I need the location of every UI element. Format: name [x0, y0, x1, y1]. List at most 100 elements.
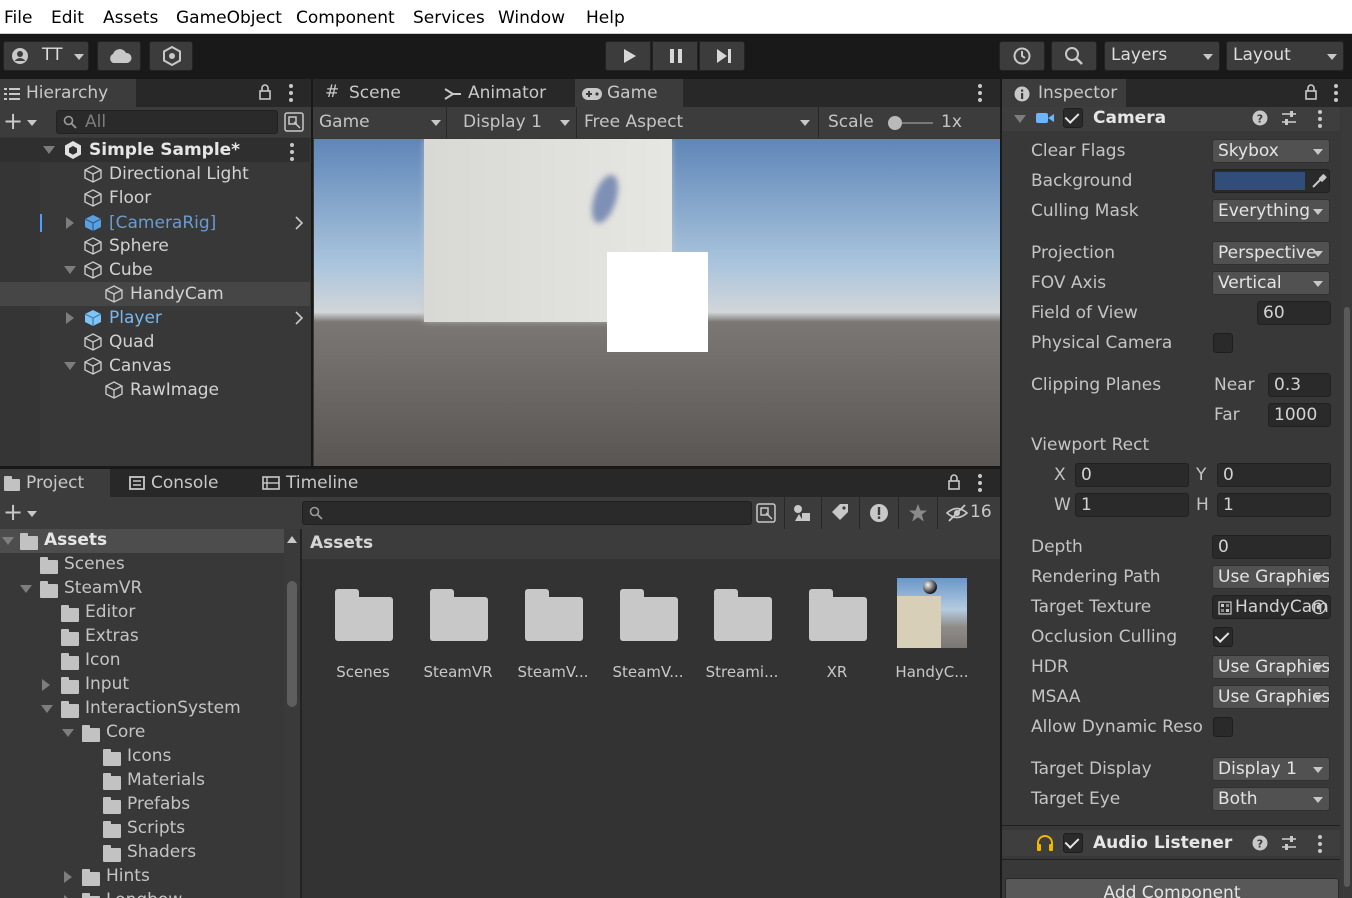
kebab-menu-icon[interactable]	[1334, 84, 1338, 105]
plus-icon[interactable]: +	[3, 107, 23, 135]
chevron-down-icon[interactable]	[27, 120, 37, 126]
kebab-menu-icon[interactable]	[290, 143, 294, 164]
eyedropper-icon[interactable]	[1311, 173, 1327, 189]
hierarchy-search-input[interactable]: All	[56, 110, 278, 134]
lock-icon[interactable]	[1304, 84, 1318, 100]
menu-help[interactable]: Help	[586, 8, 625, 28]
scrollbar-thumb[interactable]	[287, 581, 297, 707]
viewport-h-input[interactable]: 1	[1217, 493, 1331, 517]
expand-arrow-icon[interactable]	[64, 266, 76, 274]
pause-button[interactable]	[652, 41, 698, 71]
tab-game[interactable]: Game	[575, 79, 683, 107]
scrollbar-thumb[interactable]	[1344, 307, 1350, 887]
tree-row[interactable]: Materials	[0, 769, 284, 793]
tab-animator[interactable]: Animator	[439, 79, 575, 107]
star-icon[interactable]	[908, 503, 928, 523]
menu-file[interactable]: File	[4, 8, 32, 28]
layout-dropdown[interactable]: Layout	[1226, 41, 1344, 71]
scroll-up-icon[interactable]	[286, 535, 298, 545]
expand-arrow-icon[interactable]	[66, 312, 74, 324]
hierarchy-item[interactable]: Sphere	[0, 234, 310, 258]
game-render-view[interactable]	[314, 139, 1000, 466]
camera-enabled-checkbox[interactable]	[1063, 108, 1083, 128]
tab-timeline[interactable]: Timeline	[250, 469, 380, 497]
asset-item[interactable]: SteamV...	[603, 569, 693, 681]
tree-row[interactable]: Longbow	[0, 889, 284, 898]
viewport-y-input[interactable]: 0	[1217, 463, 1331, 487]
tab-project[interactable]: Project	[0, 469, 110, 497]
tree-row[interactable]: Scripts	[0, 817, 284, 841]
hierarchy-item[interactable]: Quad	[0, 330, 310, 354]
tab-inspector[interactable]: Inspector	[1002, 79, 1126, 107]
tree-row[interactable]: Extras	[0, 625, 284, 649]
tree-row[interactable]: Hints	[0, 865, 284, 889]
tree-row[interactable]: Prefabs	[0, 793, 284, 817]
expand-arrow-icon[interactable]	[42, 679, 50, 691]
help-icon[interactable]: ?	[1252, 110, 1268, 126]
tree-row[interactable]: InteractionSystem	[0, 697, 284, 721]
rendering-path-dropdown[interactable]: Use Graphics Settings	[1212, 565, 1330, 589]
target-texture-field[interactable]: HandyCam	[1212, 595, 1331, 619]
help-icon[interactable]: ?	[1252, 835, 1268, 851]
inspector-scrollbar[interactable]	[1342, 107, 1352, 898]
tab-scene[interactable]: # Scene	[319, 79, 439, 107]
kebab-menu-icon[interactable]	[1318, 110, 1322, 131]
viewport-w-input[interactable]: 1	[1075, 493, 1189, 517]
presets-icon[interactable]	[1281, 835, 1297, 851]
audio-listener-header[interactable]: Audio Listener ?	[1002, 830, 1340, 856]
add-component-button[interactable]: Add Component	[1005, 878, 1339, 898]
presets-icon[interactable]	[1281, 110, 1297, 126]
chevron-right-icon[interactable]	[294, 311, 304, 325]
allow-dynamic-resolution-checkbox[interactable]	[1213, 717, 1233, 737]
scale-slider-thumb[interactable]	[888, 116, 902, 130]
chevron-down-icon[interactable]	[27, 511, 37, 517]
object-picker-icon[interactable]	[1311, 599, 1327, 615]
collapse-arrow-icon[interactable]	[1014, 115, 1026, 123]
chevron-right-icon[interactable]	[294, 216, 304, 230]
depth-input[interactable]: 0	[1212, 535, 1331, 559]
tree-row[interactable]: Icon	[0, 649, 284, 673]
expand-arrow-icon[interactable]	[64, 871, 72, 883]
kebab-menu-icon[interactable]	[978, 84, 982, 105]
physical-camera-checkbox[interactable]	[1213, 333, 1233, 353]
aspect-dropdown[interactable]: Free Aspect	[579, 107, 819, 138]
account-button[interactable]: TT	[3, 41, 89, 71]
scene-header-row[interactable]: Simple Sample*	[0, 138, 310, 162]
tree-row[interactable]: Input	[0, 673, 284, 697]
projection-dropdown[interactable]: Perspective	[1212, 241, 1330, 265]
cloud-button[interactable]	[97, 41, 141, 71]
tab-hierarchy[interactable]: Hierarchy	[0, 79, 136, 107]
kebab-menu-icon[interactable]	[1318, 835, 1322, 856]
expand-arrow-icon[interactable]	[66, 217, 74, 229]
clear-flags-dropdown[interactable]: Skybox	[1212, 139, 1330, 163]
lock-icon[interactable]	[258, 84, 272, 100]
tree-row[interactable]: SteamVR	[0, 577, 284, 601]
filter-by-type-icon[interactable]	[792, 503, 812, 523]
collab-button[interactable]	[149, 41, 193, 71]
game-mode-dropdown[interactable]: Game	[313, 107, 447, 138]
asset-item[interactable]: SteamVR	[413, 569, 503, 681]
menu-window[interactable]: Window	[498, 8, 565, 28]
culling-mask-dropdown[interactable]: Everything	[1212, 199, 1330, 223]
expand-arrow-icon[interactable]	[43, 146, 55, 154]
search-button[interactable]	[1051, 41, 1097, 71]
tree-scrollbar[interactable]	[284, 529, 300, 898]
breadcrumb[interactable]: Assets	[310, 533, 373, 553]
layers-dropdown[interactable]: Layers	[1104, 41, 1220, 71]
target-eye-dropdown[interactable]: Both	[1212, 787, 1330, 811]
warning-icon[interactable]	[869, 503, 889, 523]
tree-row-selected[interactable]: Assets	[0, 529, 284, 553]
hierarchy-item[interactable]: Player	[0, 306, 310, 330]
asset-item[interactable]: XR	[792, 569, 882, 681]
audio-listener-enabled-checkbox[interactable]	[1063, 833, 1083, 853]
expand-arrow-icon[interactable]	[64, 362, 76, 370]
expand-arrow-icon[interactable]	[41, 705, 53, 713]
kebab-menu-icon[interactable]	[289, 84, 293, 105]
viewport-x-input[interactable]: 0	[1075, 463, 1189, 487]
scene-visibility-icon[interactable]	[284, 112, 304, 132]
project-search-input[interactable]	[302, 501, 752, 525]
lock-icon[interactable]	[947, 474, 961, 490]
kebab-menu-icon[interactable]	[978, 474, 982, 495]
msaa-dropdown[interactable]: Use Graphics Settings	[1212, 685, 1330, 709]
hierarchy-item[interactable]: Directional Light	[0, 162, 310, 186]
